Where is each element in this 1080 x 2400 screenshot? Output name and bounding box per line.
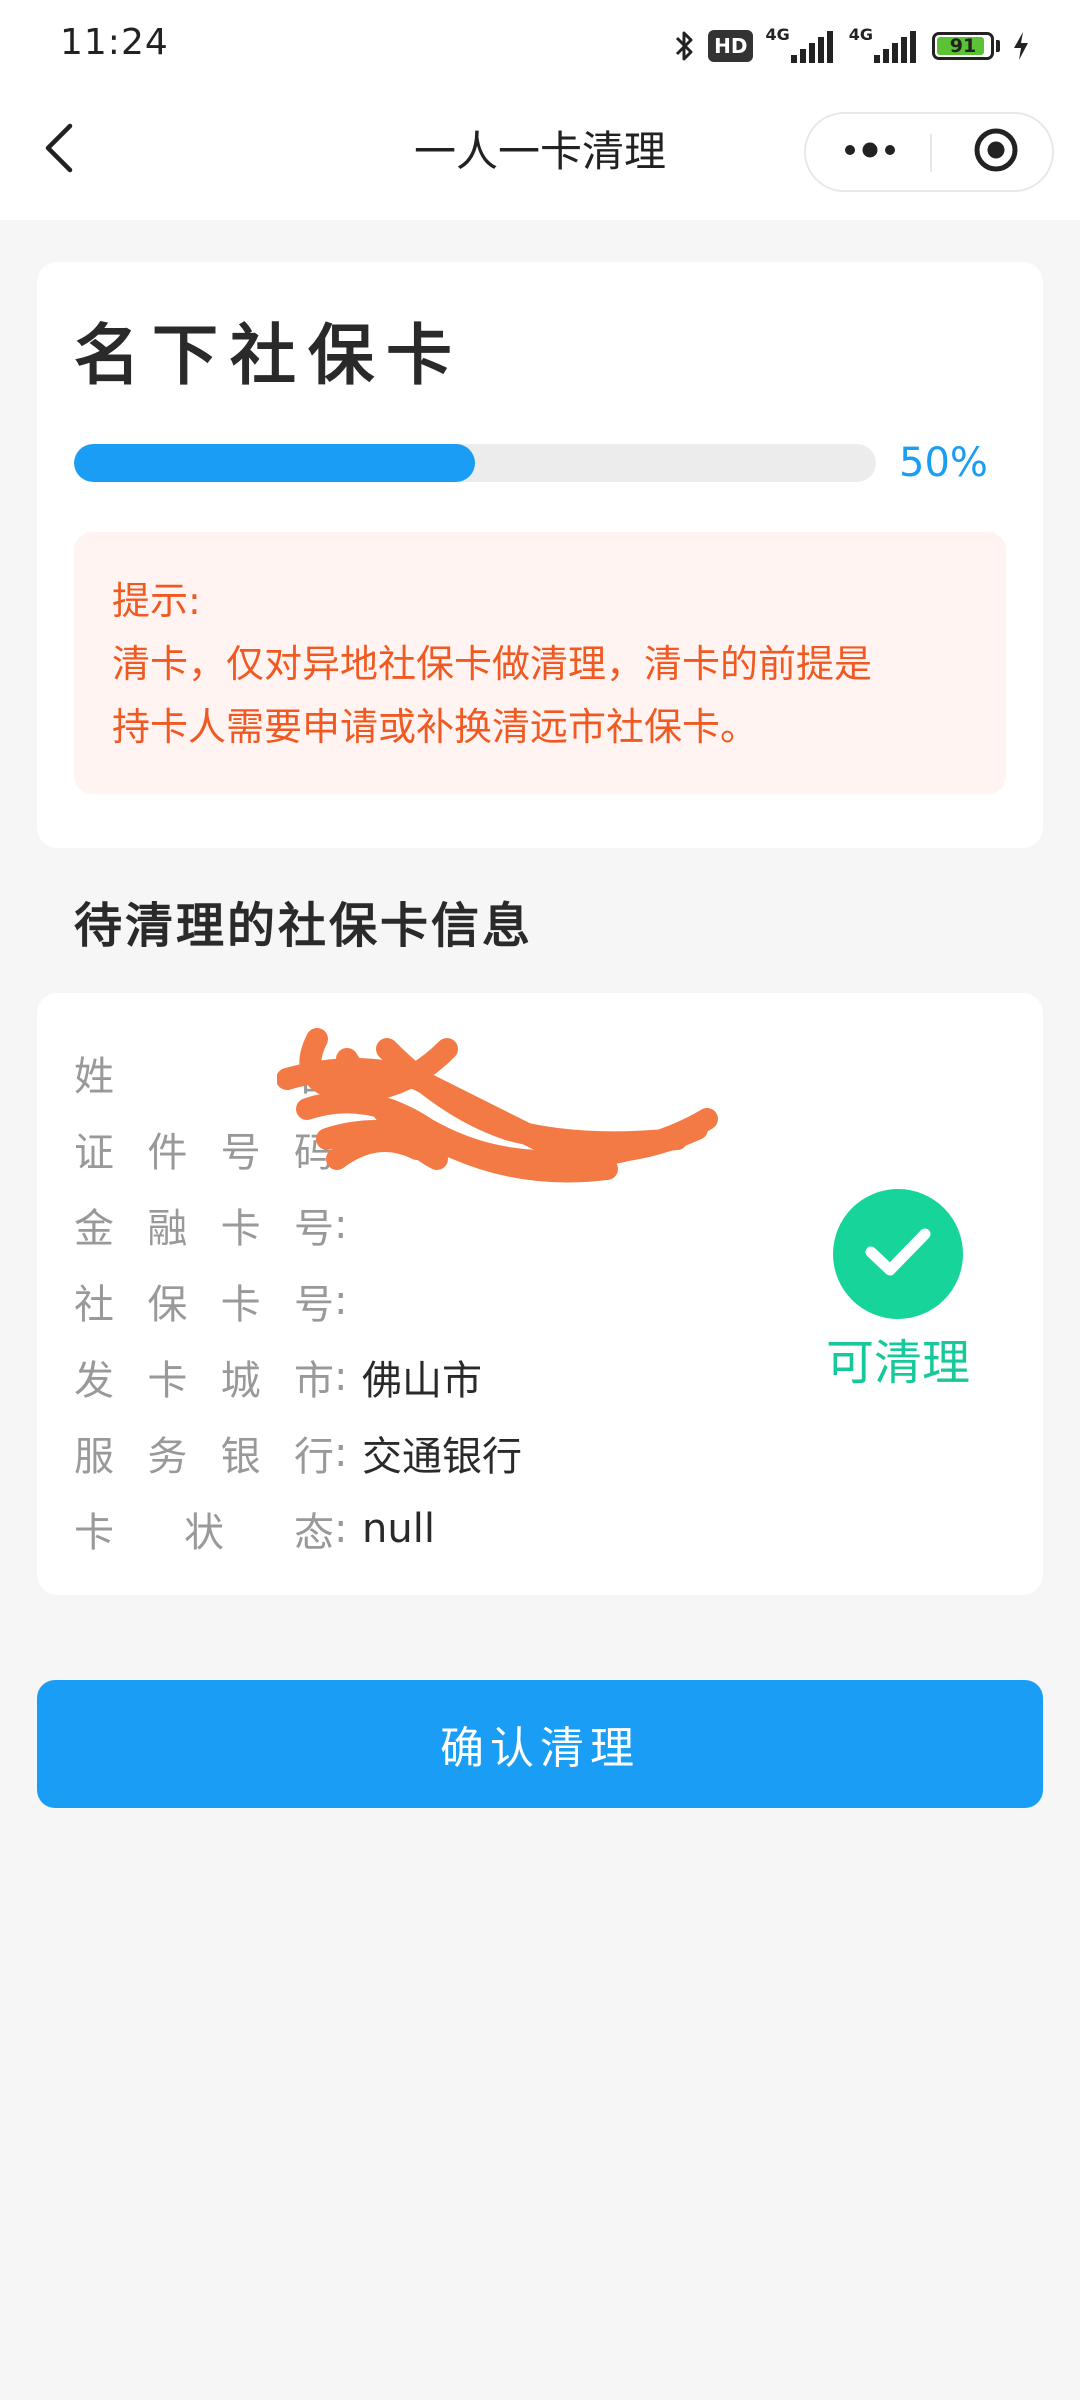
signal-group-2: 4G bbox=[849, 27, 920, 65]
charging-icon bbox=[1012, 30, 1030, 62]
more-dots-icon bbox=[842, 140, 898, 164]
info-label-char: 行 bbox=[293, 1434, 334, 1480]
network-label: 4G bbox=[848, 25, 873, 44]
battery-cap bbox=[996, 40, 1000, 52]
info-label-char: 证 bbox=[74, 1130, 114, 1176]
info-label-char: 状 bbox=[184, 1510, 224, 1556]
info-colon: : bbox=[334, 1506, 348, 1552]
info-label-char: 卡 bbox=[74, 1510, 114, 1556]
progress-bar bbox=[74, 444, 876, 482]
info-label: 服务银行 bbox=[74, 1424, 334, 1482]
info-label-char: 社 bbox=[74, 1282, 114, 1328]
info-value: null bbox=[362, 1506, 435, 1552]
clearable-status: 可清理 bbox=[823, 1189, 973, 1393]
info-label: 发卡城市 bbox=[74, 1348, 334, 1406]
progress-percent: 50% bbox=[899, 440, 988, 486]
target-circle-icon bbox=[972, 126, 1020, 178]
notice-box: 提示: 清卡，仅对异地社保卡做清理，清卡的前提是 持卡人需要申请或补换清远市社保… bbox=[74, 532, 1006, 794]
info-label-char: 发 bbox=[74, 1358, 114, 1404]
progress-fill bbox=[74, 444, 475, 482]
info-label-char: 件 bbox=[147, 1130, 188, 1176]
info-label-char: 卡 bbox=[220, 1206, 261, 1252]
info-label-char: 姓 bbox=[74, 1054, 114, 1100]
info-label: 金融卡号 bbox=[74, 1196, 334, 1254]
status-icons: HD 4G 4G 91 bbox=[674, 24, 1030, 68]
close-mini-program-button[interactable] bbox=[952, 114, 1040, 190]
status-circle bbox=[833, 1189, 963, 1319]
notice-title: 提示: bbox=[112, 579, 201, 623]
info-label-char: 号 bbox=[220, 1130, 261, 1176]
network-label: 4G bbox=[765, 25, 790, 44]
check-icon bbox=[863, 1226, 933, 1282]
signal-icon bbox=[789, 29, 837, 65]
info-label-char: 保 bbox=[147, 1282, 188, 1328]
battery-icon: 91 bbox=[932, 32, 994, 60]
more-button[interactable] bbox=[826, 114, 914, 190]
info-label-char: 银 bbox=[220, 1434, 261, 1480]
status-time: 11:24 bbox=[60, 22, 169, 63]
confirm-clean-button[interactable]: 确认清理 bbox=[37, 1680, 1043, 1808]
summary-card: 名下社保卡 50% 提示: 清卡，仅对异地社保卡做清理，清卡的前提是 持卡人需要… bbox=[37, 262, 1043, 848]
notice-line: 清卡，仅对异地社保卡做清理，清卡的前提是 bbox=[112, 642, 873, 686]
hd-badge: HD bbox=[708, 30, 754, 62]
mini-program-capsule bbox=[804, 112, 1054, 192]
info-label-char: 态 bbox=[294, 1510, 334, 1556]
battery-level: 91 bbox=[949, 35, 977, 57]
notice-text: 提示: 清卡，仅对异地社保卡做清理，清卡的前提是 持卡人需要申请或补换清远市社保… bbox=[112, 570, 984, 759]
info-label-char: 卡 bbox=[220, 1282, 261, 1328]
capsule-divider bbox=[930, 134, 932, 172]
info-label-char: 金 bbox=[74, 1206, 114, 1252]
info-label-char: 融 bbox=[147, 1206, 188, 1252]
summary-title: 名下社保卡 bbox=[74, 317, 464, 394]
info-label-char: 卡 bbox=[147, 1358, 188, 1404]
signal-icon bbox=[872, 29, 920, 65]
info-label: 卡状态 bbox=[74, 1500, 334, 1558]
info-value: 佛山市 bbox=[362, 1358, 482, 1404]
info-label-char: 市 bbox=[293, 1358, 334, 1404]
info-row-social-card: 社保卡号 : bbox=[74, 1263, 522, 1339]
status-text: 可清理 bbox=[825, 1335, 970, 1391]
status-bar: 11:24 HD 4G 4G 91 bbox=[0, 0, 1080, 96]
nav-bar: 一人一卡清理 bbox=[0, 96, 1080, 220]
notice-line: 持卡人需要申请或补换清远市社保卡。 bbox=[112, 705, 759, 749]
info-label-char: 城 bbox=[220, 1358, 261, 1404]
info-row-issue-city: 发卡城市 : 佛山市 bbox=[74, 1339, 522, 1415]
info-label-char: 服 bbox=[74, 1434, 114, 1480]
info-label: 社保卡号 bbox=[74, 1272, 334, 1330]
info-label-char: 务 bbox=[147, 1434, 188, 1480]
card-info-panel: 姓名 : 证件号码 : 金融卡号 : 社保卡号 : 发卡城市 : 佛山市 服务银… bbox=[37, 993, 1043, 1595]
info-colon: : bbox=[334, 1278, 348, 1324]
info-row-service-bank: 服务银行 : 交通银行 bbox=[74, 1415, 522, 1491]
redaction-scribble bbox=[277, 1028, 718, 1183]
bluetooth-icon bbox=[674, 28, 696, 64]
info-colon: : bbox=[334, 1202, 348, 1248]
info-label-char: 号 bbox=[293, 1206, 334, 1252]
info-colon: : bbox=[334, 1430, 348, 1476]
info-value: 交通银行 bbox=[362, 1434, 522, 1480]
info-colon: : bbox=[334, 1354, 348, 1400]
info-row-card-status: 卡 状 态 : null bbox=[74, 1491, 522, 1567]
section-title: 待清理的社保卡信息 bbox=[74, 898, 534, 954]
info-label-char: 号 bbox=[293, 1282, 334, 1328]
signal-group-1: 4G bbox=[765, 27, 836, 65]
